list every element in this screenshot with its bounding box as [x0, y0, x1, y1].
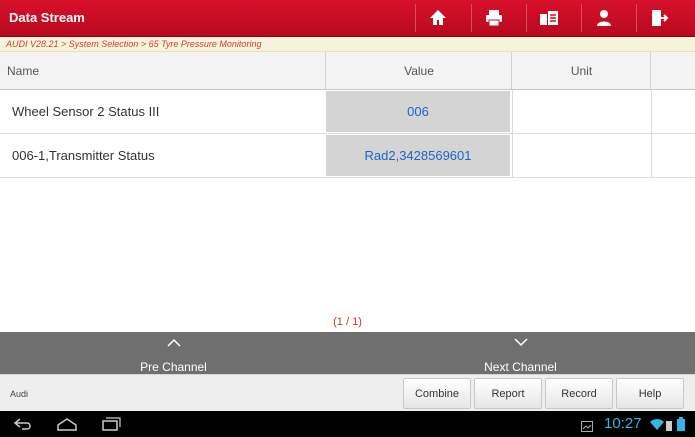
chevron-up-icon	[0, 336, 347, 350]
column-header-name: Name	[7, 64, 40, 78]
chevron-down-icon	[347, 336, 694, 350]
home-button[interactable]	[415, 4, 459, 32]
report-action-button[interactable]: Report	[474, 378, 542, 409]
signal-icon	[666, 418, 674, 436]
recent-apps-icon[interactable]	[100, 416, 122, 437]
vehicle-brand: Audi	[10, 389, 29, 399]
home-nav-icon[interactable]	[56, 416, 78, 437]
breadcrumb: AUDI V28.21 > System Selection > 65 Tyre…	[0, 37, 695, 52]
report-icon	[539, 11, 558, 25]
column-header-unit: Unit	[570, 64, 593, 78]
table-row[interactable]: Wheel Sensor 2 Status III 006	[0, 90, 695, 134]
wifi-icon	[650, 418, 664, 436]
user-button[interactable]	[581, 4, 625, 32]
system-navigation-bar: 10:27	[0, 411, 695, 437]
back-icon[interactable]	[12, 416, 34, 437]
row-extra-cell	[651, 134, 695, 177]
function-bar: Audi Combine Report Record Help	[0, 374, 695, 411]
next-channel-label: Next Channel	[484, 360, 557, 374]
column-divider	[650, 52, 651, 90]
clock: 10:27	[604, 415, 642, 432]
home-icon	[429, 10, 446, 25]
print-button[interactable]	[471, 4, 515, 32]
record-button[interactable]: Record	[545, 378, 613, 409]
pre-channel-label: Pre Channel	[140, 360, 207, 374]
exit-icon	[651, 10, 668, 26]
table-header: Name Value Unit	[0, 52, 695, 90]
row-value: Rad2,3428569601	[326, 135, 510, 176]
combine-button[interactable]: Combine	[403, 378, 471, 409]
row-extra-cell	[651, 90, 695, 133]
screenshot-icon	[581, 419, 593, 437]
battery-icon	[677, 417, 685, 436]
page-indicator: (1 / 1)	[333, 316, 362, 328]
pre-channel-button[interactable]: Pre Channel	[0, 332, 347, 374]
row-unit	[512, 134, 650, 177]
row-value: 006	[326, 91, 510, 132]
breadcrumb-text: AUDI V28.21 > System Selection > 65 Tyre…	[6, 39, 262, 49]
help-button[interactable]: Help	[616, 378, 684, 409]
row-name: 006-1,Transmitter Status	[12, 148, 155, 163]
print-icon	[485, 10, 502, 27]
channel-bar: Pre Channel Next Channel	[0, 332, 695, 374]
table-row[interactable]: 006-1,Transmitter Status Rad2,3428569601	[0, 134, 695, 178]
user-icon	[596, 10, 611, 26]
column-header-value: Value	[404, 64, 434, 78]
exit-button[interactable]	[636, 4, 680, 32]
page-title: Data Stream	[9, 10, 85, 25]
report-button[interactable]	[526, 4, 570, 32]
row-name: Wheel Sensor 2 Status III	[12, 104, 160, 119]
next-channel-button[interactable]: Next Channel	[347, 332, 694, 374]
row-unit	[512, 90, 650, 133]
app-header: Data Stream	[0, 0, 695, 37]
